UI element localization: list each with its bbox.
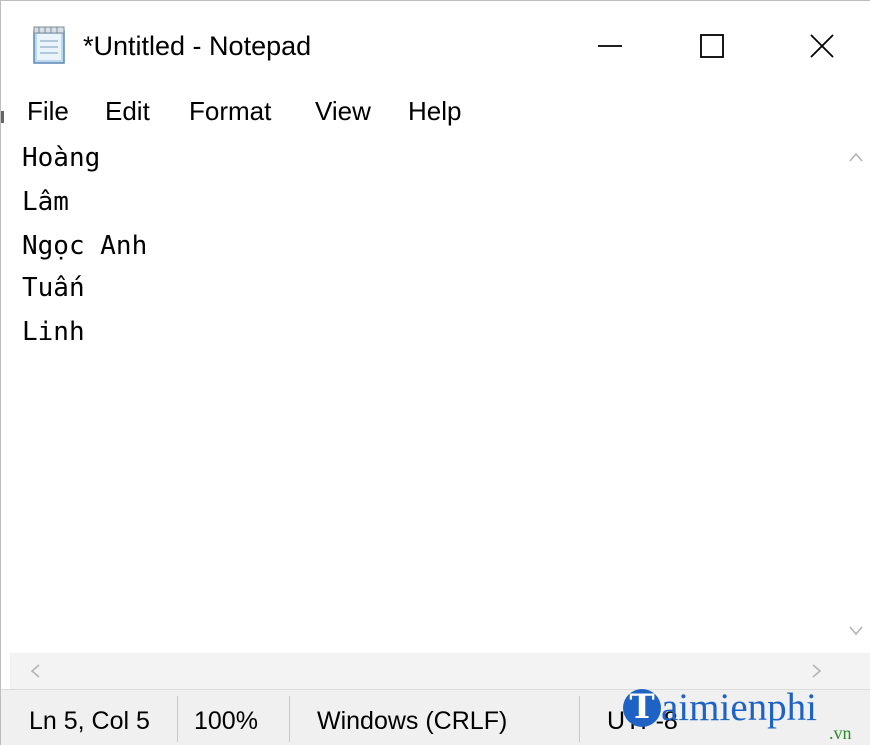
scrollbar-corner	[841, 653, 870, 689]
editor-line: Lâm	[22, 187, 69, 217]
text-editor[interactable]: Hoàng Lâm Ngọc Anh Tuấn Linh	[10, 135, 841, 653]
scroll-left-button[interactable]	[20, 657, 49, 685]
chevron-right-icon	[811, 664, 821, 678]
chevron-left-icon	[30, 664, 40, 678]
menu-edit[interactable]: Edit	[105, 93, 150, 129]
menu-bar: File Edit Format View Help	[1, 91, 870, 133]
notepad-window: *Untitled - Notepad File Edit Format Vie…	[0, 0, 870, 745]
status-line-ending: Windows (CRLF)	[317, 707, 508, 735]
watermark-logo: T aimienphi .vn	[615, 687, 870, 745]
scroll-up-button[interactable]	[841, 143, 870, 171]
menu-help[interactable]: Help	[408, 93, 461, 129]
status-zoom: 100%	[194, 707, 258, 735]
editor-line: Tuấn	[22, 273, 85, 303]
menu-view[interactable]: View	[315, 93, 371, 129]
status-divider	[289, 696, 290, 742]
scroll-down-button[interactable]	[841, 617, 870, 645]
scroll-right-button[interactable]	[802, 657, 831, 685]
maximize-button[interactable]	[677, 15, 747, 77]
minimize-icon	[598, 45, 622, 47]
menu-format[interactable]: Format	[189, 93, 271, 129]
close-icon	[810, 34, 834, 58]
horizontal-scrollbar[interactable]	[10, 653, 841, 689]
status-divider	[177, 696, 178, 742]
chevron-down-icon	[848, 626, 863, 636]
watermark-letter: T	[629, 687, 655, 727]
status-divider	[579, 696, 580, 742]
vertical-scrollbar[interactable]	[841, 135, 870, 653]
status-cursor-position: Ln 5, Col 5	[29, 707, 150, 735]
title-bar[interactable]: *Untitled - Notepad	[1, 1, 870, 91]
close-button[interactable]	[787, 15, 857, 77]
chevron-up-icon	[848, 152, 863, 162]
menu-file[interactable]: File	[27, 93, 69, 129]
maximize-icon	[700, 34, 724, 58]
notepad-icon[interactable]	[31, 25, 69, 65]
watermark-suffix: .vn	[829, 723, 852, 743]
editor-line: Ngọc Anh	[22, 231, 148, 261]
watermark-text: aimienphi	[661, 686, 817, 729]
minimize-button[interactable]	[575, 15, 645, 77]
editor-line: Hoàng	[22, 143, 101, 173]
window-edge-mark	[1, 111, 4, 123]
window-title: *Untitled - Notepad	[83, 31, 312, 61]
editor-line: Linh	[22, 317, 85, 347]
